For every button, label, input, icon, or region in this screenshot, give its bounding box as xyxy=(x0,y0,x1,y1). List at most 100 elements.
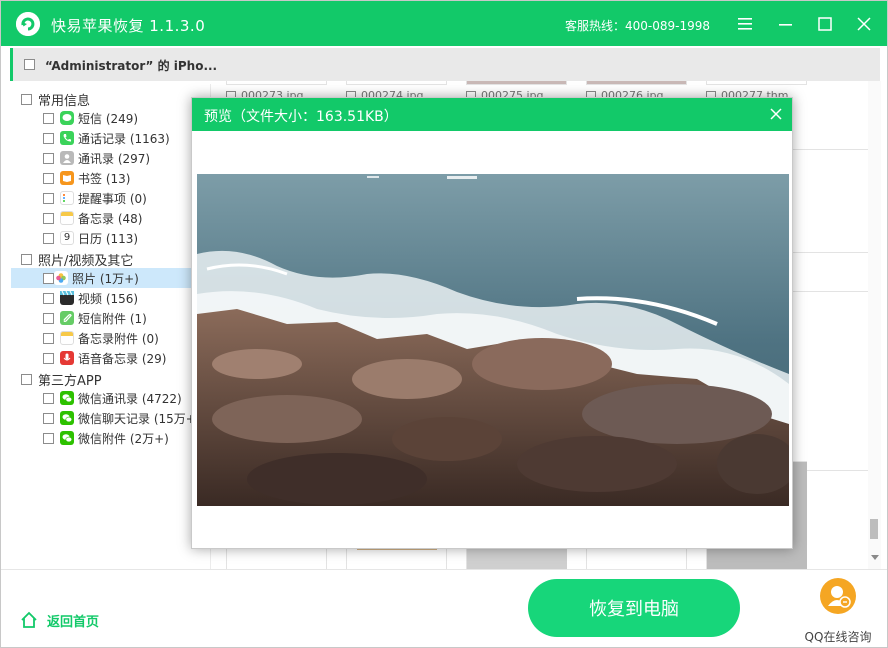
tree-item-wechat-attachments[interactable]: 微信附件 (2万+) xyxy=(43,428,169,448)
checkbox[interactable] xyxy=(43,132,54,144)
close-icon[interactable] xyxy=(851,11,877,37)
back-home-button[interactable]: 返回首页 xyxy=(19,610,99,630)
sms-icon xyxy=(60,111,74,125)
app-logo-icon xyxy=(16,12,40,36)
close-icon[interactable] xyxy=(768,106,784,122)
phone-icon xyxy=(60,131,74,145)
checkbox[interactable] xyxy=(43,172,54,184)
tree-item-voice-memos[interactable]: 语音备忘录 (29) xyxy=(43,348,166,368)
tree-item-label: 视频 (156) xyxy=(78,291,139,306)
tree-item-label: 微信通讯录 (4722) xyxy=(78,391,182,406)
menu-icon[interactable] xyxy=(732,11,758,37)
title-bar: 快易苹果恢复 1.1.3.0 客服热线：400-089-1998 xyxy=(1,1,887,46)
photo-tile[interactable] xyxy=(792,291,868,471)
checkbox[interactable] xyxy=(43,312,54,324)
tree-item-label: 备忘录附件 (0) xyxy=(78,331,159,346)
maximize-icon[interactable] xyxy=(812,11,838,37)
checkbox[interactable] xyxy=(43,352,54,364)
photo-tile[interactable] xyxy=(792,149,868,253)
tree-item-notes-attachments[interactable]: 备忘录附件 (0) xyxy=(43,328,159,348)
tree-item-wechat-chats[interactable]: 微信聊天记录 (15万+ xyxy=(43,408,196,428)
calendar-icon: 9 xyxy=(60,231,74,245)
tree-item-photos[interactable]: 照片 (1万+) xyxy=(11,268,193,288)
preview-dialog: 预览（文件大小：163.51KB） xyxy=(191,97,793,549)
preview-title: 预览（文件大小：163.51KB） xyxy=(204,109,398,125)
checkbox[interactable] xyxy=(43,272,54,284)
app-window: 快易苹果恢复 1.1.3.0 客服热线：400-089-1998 “Admini… xyxy=(0,0,888,648)
tree-item-label: 备忘录 (48) xyxy=(78,211,143,226)
checkbox[interactable] xyxy=(43,152,54,164)
minimize-icon[interactable] xyxy=(773,11,799,37)
checkbox[interactable] xyxy=(21,253,32,265)
checkbox[interactable] xyxy=(43,332,54,344)
scrollbar-thumb[interactable] xyxy=(870,519,878,539)
checkbox[interactable] xyxy=(43,112,54,124)
tree-item-sms[interactable]: 短信 (249) xyxy=(43,108,138,128)
checkbox[interactable] xyxy=(43,292,54,304)
grid-scrollbar[interactable] xyxy=(868,81,881,569)
tree-item-label: 语音备忘录 (29) xyxy=(78,351,167,366)
scroll-down-arrow-icon[interactable] xyxy=(871,555,879,560)
footer-bar: 返回首页 恢复到电脑 QQ在线咨询 xyxy=(1,569,887,647)
checkbox[interactable] xyxy=(43,192,54,204)
category-third-party[interactable]: 第三方APP xyxy=(21,369,102,389)
checkbox[interactable] xyxy=(21,93,32,105)
reminders-icon xyxy=(60,191,74,205)
tree-item-calendar[interactable]: 9 日历 (113) xyxy=(43,228,138,248)
photo-tile[interactable] xyxy=(226,81,327,85)
contacts-icon xyxy=(60,151,74,165)
wechat-icon xyxy=(60,411,74,425)
device-checkbox[interactable] xyxy=(24,59,35,70)
preview-image xyxy=(197,174,789,506)
category-tree: 常用信息 短信 (249) 通话记录 (1163) 通讯录 (297) 书签 (… xyxy=(1,84,211,569)
home-icon xyxy=(21,611,37,628)
category-label: 常用信息 xyxy=(38,93,91,109)
bookmark-icon xyxy=(60,171,74,185)
photo-tile[interactable] xyxy=(346,81,447,85)
tree-item-label: 通话记录 (1163) xyxy=(78,131,170,146)
tree-item-reminders[interactable]: 提醒事项 (0) xyxy=(43,188,147,208)
category-label: 第三方APP xyxy=(38,373,102,389)
notes-icon xyxy=(60,211,74,225)
tree-item-label: 通讯录 (297) xyxy=(78,151,151,166)
qq-support-icon xyxy=(820,578,856,614)
category-photos-videos[interactable]: 照片/视频及其它 xyxy=(21,249,133,269)
tree-item-wechat-contacts[interactable]: 微信通讯录 (4722) xyxy=(43,388,182,408)
tree-item-label: 短信 (249) xyxy=(78,111,139,126)
checkbox[interactable] xyxy=(43,392,54,404)
tree-item-contacts[interactable]: 通讯录 (297) xyxy=(43,148,150,168)
recover-to-pc-button[interactable]: 恢复到电脑 xyxy=(528,579,740,637)
voice-memo-icon xyxy=(60,351,74,365)
tree-item-label: 微信聊天记录 (15万+ xyxy=(78,411,196,426)
tree-item-label: 书签 (13) xyxy=(78,171,131,186)
category-common-info[interactable]: 常用信息 xyxy=(21,89,90,109)
qq-consult-button[interactable]: QQ在线咨询 xyxy=(799,578,877,645)
tree-item-videos[interactable]: 视频 (156) xyxy=(43,288,138,308)
photos-icon xyxy=(54,271,68,285)
wechat-icon xyxy=(60,431,74,445)
checkbox[interactable] xyxy=(43,212,54,224)
wechat-icon xyxy=(60,391,74,405)
video-icon xyxy=(60,290,74,305)
photo-tile[interactable] xyxy=(466,81,567,85)
tree-item-notes[interactable]: 备忘录 (48) xyxy=(43,208,142,228)
category-label: 照片/视频及其它 xyxy=(38,253,134,269)
device-name: “Administrator” 的 iPho... xyxy=(45,59,218,73)
attachment-icon xyxy=(60,311,74,325)
tree-item-bookmarks[interactable]: 书签 (13) xyxy=(43,168,130,188)
photo-tile[interactable] xyxy=(706,81,807,85)
photo-tile[interactable] xyxy=(586,81,687,85)
tree-item-label: 短信附件 (1) xyxy=(78,311,147,326)
checkbox[interactable] xyxy=(43,432,54,444)
back-home-label: 返回首页 xyxy=(47,614,100,630)
tree-item-sms-attachments[interactable]: 短信附件 (1) xyxy=(43,308,147,328)
checkbox[interactable] xyxy=(43,232,54,244)
app-title: 快易苹果恢复 1.1.3.0 xyxy=(51,17,206,35)
tree-item-label: 提醒事项 (0) xyxy=(78,191,147,206)
tree-item-label: 日历 (113) xyxy=(78,231,139,246)
tree-item-call-log[interactable]: 通话记录 (1163) xyxy=(43,128,170,148)
checkbox[interactable] xyxy=(21,373,32,385)
checkbox[interactable] xyxy=(43,412,54,424)
hotline-text: 客服热线：400-089-1998 xyxy=(565,19,711,33)
notes-attachment-icon xyxy=(60,331,74,345)
